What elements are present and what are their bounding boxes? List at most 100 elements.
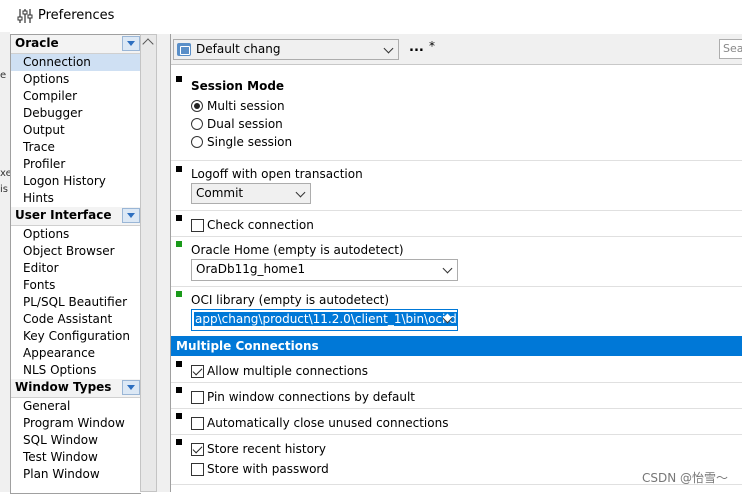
title-bar: Preferences — [0, 0, 742, 32]
modified-marker — [176, 387, 182, 393]
template-select[interactable]: Default chang — [173, 39, 399, 60]
toolbar: Default chang ... * Sea — [171, 34, 742, 65]
sidebar-item-hints[interactable]: Hints — [11, 190, 141, 207]
oci-library-section: OCI library (empty is autodetect) app\ch… — [171, 286, 742, 336]
checkbox-label: Allow multiple connections — [207, 364, 369, 378]
oci-label: OCI library (empty is autodetect) — [191, 293, 390, 307]
sidebar-group-label: Oracle — [15, 36, 59, 50]
sidebar-item-appearance[interactable]: Appearance — [11, 345, 141, 362]
modified-marker — [176, 241, 182, 247]
sidebar-item-object-browser[interactable]: Object Browser — [11, 243, 141, 260]
sidebar-group-window-types[interactable]: Window Types — [11, 379, 141, 398]
modified-indicator: * — [429, 39, 435, 53]
sidebar-scrollbar[interactable] — [140, 34, 157, 492]
collapse-icon[interactable] — [122, 36, 140, 51]
collapse-icon[interactable] — [122, 380, 140, 395]
sidebar-item-fonts[interactable]: Fonts — [11, 277, 141, 294]
sidebar-group-user-interface[interactable]: User Interface — [11, 207, 141, 226]
sidebar-item-program-window[interactable]: Program Window — [11, 415, 141, 432]
oracle-home-section: Oracle Home (empty is autodetect) OraDb1… — [171, 236, 742, 287]
background-text: e — [0, 70, 7, 81]
oci-library-input[interactable]: app\chang\product\11.2.0\client_1\bin\oc… — [191, 309, 458, 331]
checkbox-label: Pin window connections by default — [207, 390, 416, 404]
window-title: Preferences — [38, 8, 115, 23]
template-value: Default chang — [196, 42, 281, 56]
sidebar-item-editor[interactable]: Editor — [11, 260, 141, 277]
logoff-select[interactable]: Commit — [191, 183, 311, 204]
background-window-edge: e xe is — [0, 32, 10, 492]
multiple-connections-header: Multiple Connections — [171, 336, 742, 356]
chevron-down-icon[interactable] — [383, 43, 394, 54]
sidebar-item-nls-options[interactable]: NLS Options — [11, 362, 141, 379]
logoff-label: Logoff with open transaction — [191, 167, 363, 181]
settings-panel: Default chang ... * Sea Session Mode Mul… — [170, 34, 742, 492]
allow-multiple-section: Allow multiple connections — [171, 356, 742, 383]
radio-label: Multi session — [207, 99, 285, 113]
check-connection-section: Check connection — [171, 210, 742, 237]
sidebar: Oracle Connection Options Compiler Debug… — [10, 34, 141, 494]
sidebar-item-output[interactable]: Output — [11, 122, 141, 139]
sidebar-group-oracle[interactable]: Oracle — [11, 35, 141, 54]
sidebar-item-key-configuration[interactable]: Key Configuration — [11, 328, 141, 345]
oci-value: app\chang\product\11.2.0\client_1\bin\oc… — [194, 312, 457, 326]
radio-label: Single session — [207, 135, 293, 149]
checkbox-label: Store with password — [207, 462, 329, 476]
sidebar-item-general[interactable]: General — [11, 398, 141, 415]
session-mode-section: Session Mode Multi session Dual session … — [171, 66, 742, 161]
radio-label: Dual session — [207, 117, 283, 131]
checkbox-label: Automatically close unused connections — [207, 416, 449, 430]
sidebar-item-options[interactable]: Options — [11, 71, 141, 88]
scroll-up-icon[interactable] — [142, 38, 154, 50]
checkbox-icon[interactable] — [191, 391, 204, 404]
sidebar-item-plsql-beautifier[interactable]: PL/SQL Beautifier — [11, 294, 141, 311]
sidebar-item-ui-options[interactable]: Options — [11, 226, 141, 243]
checkbox-icon[interactable] — [191, 443, 204, 456]
sidebar-group-label: User Interface — [15, 208, 112, 222]
sidebar-item-code-assistant[interactable]: Code Assistant — [11, 311, 141, 328]
oracle-home-value: OraDb11g_home1 — [196, 262, 306, 276]
chevron-down-icon[interactable] — [442, 263, 453, 274]
sidebar-item-connection[interactable]: Connection — [11, 54, 141, 71]
background-text: is — [0, 184, 8, 195]
oracle-home-select[interactable]: OraDb11g_home1 — [191, 259, 458, 281]
sidebar-group-label: Window Types — [15, 380, 112, 394]
more-button[interactable]: ... — [409, 40, 424, 55]
sidebar-item-plan-window[interactable]: Plan Window — [11, 466, 141, 483]
database-icon — [177, 43, 191, 56]
sidebar-item-sql-window[interactable]: SQL Window — [11, 432, 141, 449]
checkbox-icon[interactable] — [191, 463, 204, 476]
modified-marker — [176, 361, 182, 367]
watermark: CSDN @怡雪～ — [641, 471, 728, 485]
checkbox-icon[interactable] — [191, 365, 204, 378]
radio-icon[interactable] — [191, 136, 203, 148]
collapse-icon[interactable] — [122, 208, 140, 223]
checkbox-label: Store recent history — [207, 442, 326, 456]
splitter[interactable] — [157, 34, 170, 492]
sidebar-item-trace[interactable]: Trace — [11, 139, 141, 156]
sidebar-item-debugger[interactable]: Debugger — [11, 105, 141, 122]
modified-marker — [176, 76, 182, 82]
radio-icon[interactable] — [191, 118, 203, 130]
modified-marker — [176, 439, 182, 445]
checkbox-icon[interactable] — [191, 417, 204, 430]
preferences-icon — [17, 9, 33, 23]
oracle-home-label: Oracle Home (empty is autodetect) — [191, 243, 404, 257]
checkbox-label: Check connection — [207, 218, 314, 232]
pin-window-section: Pin window connections by default — [171, 382, 742, 409]
sidebar-item-compiler[interactable]: Compiler — [11, 88, 141, 105]
checkbox-icon[interactable] — [191, 219, 204, 232]
auto-close-section: Automatically close unused connections — [171, 408, 742, 435]
modified-marker — [176, 215, 182, 221]
modified-marker — [176, 291, 182, 297]
chevron-down-icon[interactable] — [295, 187, 306, 198]
sidebar-item-test-window[interactable]: Test Window — [11, 449, 141, 466]
sidebar-item-profiler[interactable]: Profiler — [11, 156, 141, 173]
sidebar-item-logon-history[interactable]: Logon History — [11, 173, 141, 190]
logoff-section: Logoff with open transaction Commit — [171, 160, 742, 211]
background-text: xe — [0, 168, 10, 179]
search-input[interactable]: Sea — [719, 39, 742, 59]
radio-icon[interactable] — [191, 100, 203, 112]
modified-marker — [176, 166, 182, 172]
section-title: Session Mode — [191, 79, 285, 93]
logoff-value: Commit — [196, 186, 244, 200]
